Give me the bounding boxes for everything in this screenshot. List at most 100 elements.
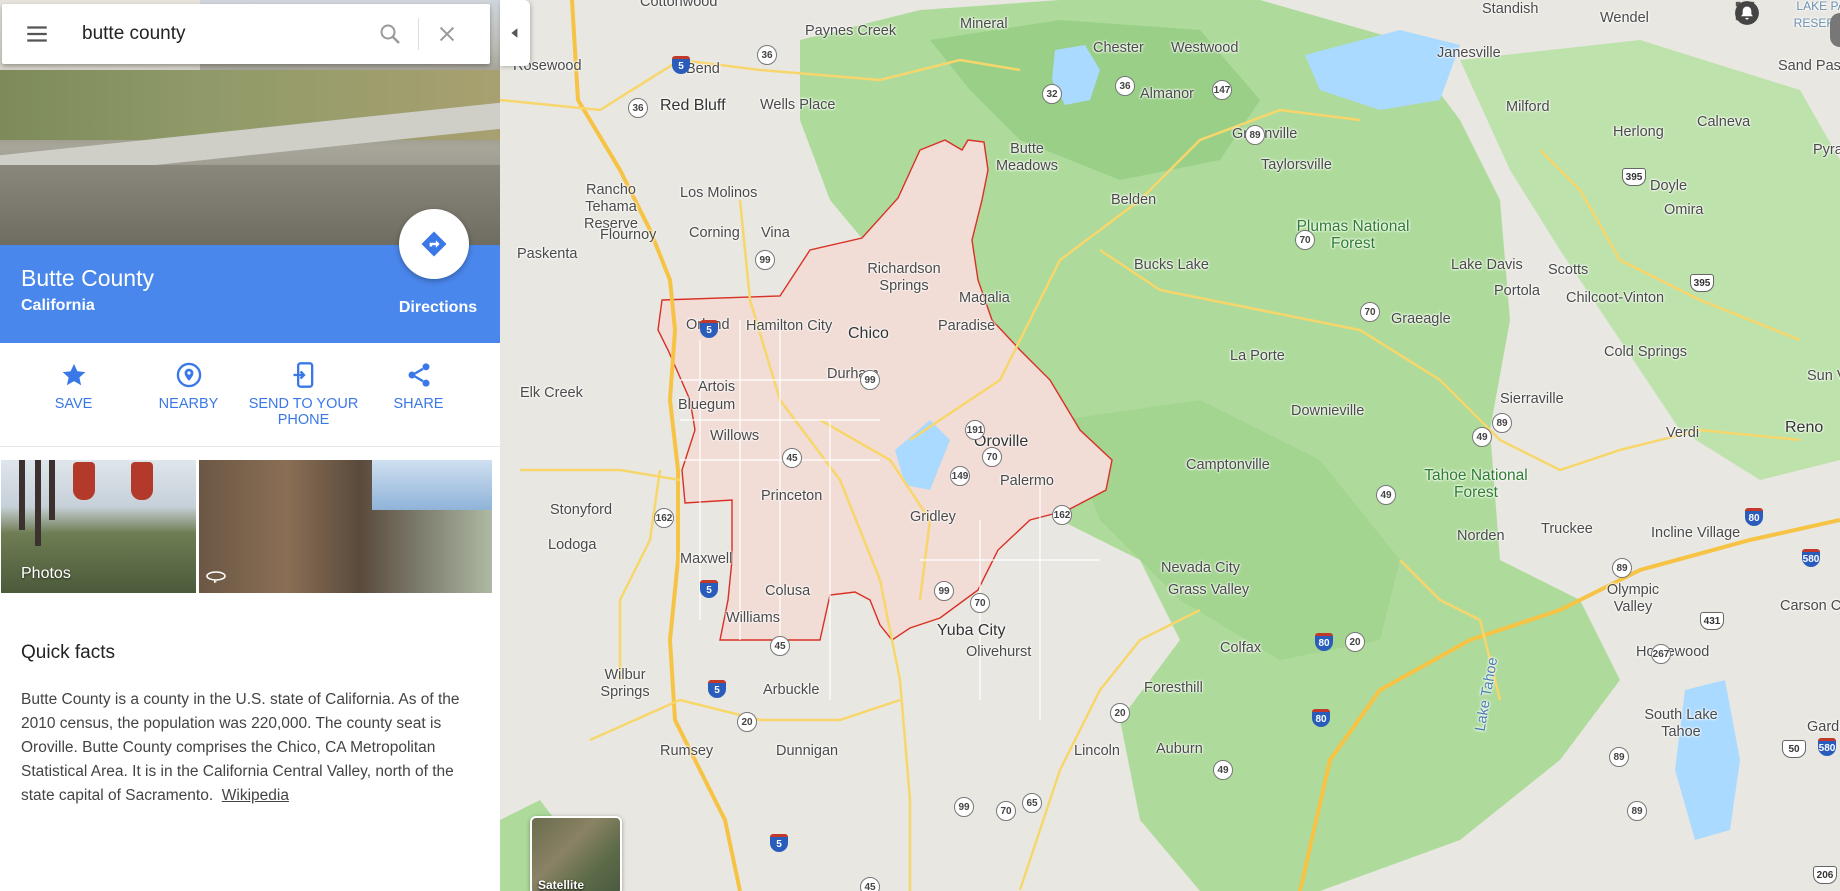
map-canvas[interactable]: Cottonwood Paynes Creek Mineral Chester West… <box>500 0 1840 891</box>
map-place-label[interactable]: South Lake Tahoe <box>1636 707 1726 741</box>
map-place-label[interactable]: Flournoy <box>600 227 656 244</box>
map-place-label[interactable]: Lincoln <box>1074 743 1120 760</box>
state-route-shield[interactable]: 45 <box>770 636 790 656</box>
collapse-panel-button[interactable] <box>500 0 530 66</box>
map-place-label[interactable]: Herlong <box>1613 124 1664 141</box>
interstate-shield[interactable]: 5 <box>700 320 718 338</box>
panorama-thumbnail[interactable] <box>199 460 492 593</box>
clear-search-button[interactable] <box>419 4 475 64</box>
us-route-shield[interactable]: 431 <box>1700 612 1724 630</box>
state-route-shield[interactable]: 147 <box>1212 80 1232 100</box>
map-place-label[interactable]: Sun Valley <box>1807 368 1840 385</box>
nearby-button[interactable]: NEARBY <box>131 361 246 412</box>
map-place-label[interactable]: Wilbur Springs <box>580 667 670 701</box>
map-place-label[interactable]: Homewood <box>1636 644 1709 661</box>
us-route-shield[interactable]: 395 <box>1690 274 1714 292</box>
map-place-label[interactable]: Doyle <box>1650 178 1687 195</box>
photos-thumbnail[interactable]: Photos <box>1 460 196 593</box>
state-route-shield[interactable]: 162 <box>1052 505 1072 525</box>
map-place-label[interactable]: Willows <box>710 428 759 445</box>
state-route-shield[interactable]: 70 <box>1360 302 1380 322</box>
search-input[interactable] <box>82 14 362 54</box>
state-route-shield[interactable]: 99 <box>934 581 954 601</box>
state-route-shield[interactable]: 89 <box>1245 125 1265 145</box>
map-place-label[interactable]: Bucks Lake <box>1134 257 1209 274</box>
map-place-label[interactable]: Richardson Springs <box>859 261 949 295</box>
map-place-label[interactable]: Camptonville <box>1186 457 1270 474</box>
map-place-label[interactable]: Portola <box>1494 283 1540 300</box>
map-place-label[interactable]: Magalia <box>959 290 1010 307</box>
map-place-label[interactable]: Carson C <box>1780 598 1840 615</box>
map-place-label[interactable]: Chico <box>848 325 889 342</box>
map-place-label[interactable]: Vina <box>761 225 790 242</box>
state-route-shield[interactable]: 49 <box>1376 485 1396 505</box>
map-place-label[interactable]: Corning <box>689 225 740 242</box>
map-place-label[interactable]: Lodoga <box>548 537 596 554</box>
us-route-shield[interactable]: 206 <box>1813 866 1837 884</box>
map-place-label[interactable]: Dunnigan <box>776 743 838 760</box>
map-place-label[interactable]: Red Bluff <box>660 97 726 114</box>
state-route-shield[interactable]: 149 <box>950 466 970 486</box>
map-place-label[interactable]: Princeton <box>761 488 822 505</box>
state-route-shield[interactable]: 99 <box>755 250 775 270</box>
map-place-label[interactable]: Sierraville <box>1500 391 1564 408</box>
map-place-label[interactable]: Lake Davis <box>1451 257 1523 274</box>
map-place-label[interactable]: Belden <box>1111 192 1156 209</box>
map-place-label[interactable]: Olivehurst <box>966 644 1031 661</box>
map-place-label[interactable]: Stonyford <box>550 502 612 519</box>
interstate-shield[interactable]: 5 <box>708 680 726 698</box>
map-place-label[interactable]: Los Molinos <box>680 185 757 202</box>
map-place-label[interactable]: Incline Village <box>1651 525 1740 542</box>
interstate-shield[interactable]: 5 <box>770 834 788 852</box>
map-place-label[interactable]: Colusa <box>765 583 810 600</box>
state-route-shield[interactable]: 89 <box>1609 747 1629 767</box>
map-place-label[interactable]: Cold Springs <box>1604 344 1687 361</box>
state-route-shield[interactable]: 162 <box>654 508 674 528</box>
map-place-label[interactable]: Maxwell <box>680 551 732 568</box>
share-button[interactable]: SHARE <box>361 361 476 412</box>
send-to-phone-button[interactable]: SEND TO YOUR PHONE <box>246 361 361 428</box>
map-place-label[interactable]: Scotts <box>1548 262 1588 279</box>
state-route-shield[interactable]: 20 <box>1345 632 1365 652</box>
state-route-shield[interactable]: 99 <box>954 797 974 817</box>
map-place-label[interactable]: Milford <box>1506 99 1550 116</box>
directions-button[interactable] <box>399 209 469 279</box>
map-place-label[interactable]: Tahoe National Forest <box>1401 467 1551 501</box>
state-route-shield[interactable]: 267 <box>1651 644 1671 664</box>
state-route-shield[interactable]: 70 <box>1295 230 1315 250</box>
state-route-shield[interactable]: 36 <box>628 98 648 118</box>
notifications-button[interactable] <box>1735 1 1812 45</box>
interstate-shield[interactable]: 80 <box>1315 633 1333 651</box>
map-place-label[interactable]: Truckee <box>1541 521 1593 538</box>
map-place-label[interactable]: Omira <box>1664 202 1703 219</box>
state-route-shield[interactable]: 45 <box>782 448 802 468</box>
map-place-label[interactable]: Nevada City <box>1161 560 1240 577</box>
state-route-shield[interactable]: 36 <box>757 45 777 65</box>
map-place-label[interactable]: Norden <box>1457 528 1505 545</box>
map-place-label[interactable]: Graeagle <box>1391 311 1451 328</box>
map-place-label[interactable]: Butte Meadows <box>982 141 1072 175</box>
search-button[interactable] <box>362 4 418 64</box>
map-place-label[interactable]: Wendel <box>1600 10 1649 27</box>
us-route-shield[interactable]: 50 <box>1782 740 1806 758</box>
map-place-label[interactable]: Hamilton City <box>746 318 832 335</box>
state-route-shield[interactable]: 45 <box>860 877 880 891</box>
state-route-shield[interactable]: 99 <box>860 370 880 390</box>
map-place-label[interactable]: Arbuckle <box>763 682 819 699</box>
map-place-label[interactable]: Williams <box>726 610 780 627</box>
state-route-shield[interactable]: 65 <box>1022 793 1042 813</box>
state-route-shield[interactable]: 70 <box>996 801 1016 821</box>
map-place-label[interactable]: Auburn <box>1156 741 1203 758</box>
state-route-shield[interactable]: 70 <box>982 447 1002 467</box>
state-route-shield[interactable]: 36 <box>1115 76 1135 96</box>
map-place-label[interactable]: Artois <box>698 379 735 396</box>
map-place-label[interactable]: Almanor <box>1140 86 1194 103</box>
interstate-shield[interactable]: 80 <box>1312 709 1330 727</box>
interstate-shield[interactable]: 580 <box>1818 738 1836 756</box>
directions-label[interactable]: Directions <box>393 299 483 317</box>
avatar[interactable] <box>1830 13 1840 47</box>
map-place-label[interactable]: Gardner <box>1807 719 1840 736</box>
interstate-shield[interactable]: 5 <box>672 56 690 74</box>
map-place-label[interactable]: Paskenta <box>517 246 577 263</box>
map-place-label[interactable]: Pyrar <box>1813 142 1840 159</box>
